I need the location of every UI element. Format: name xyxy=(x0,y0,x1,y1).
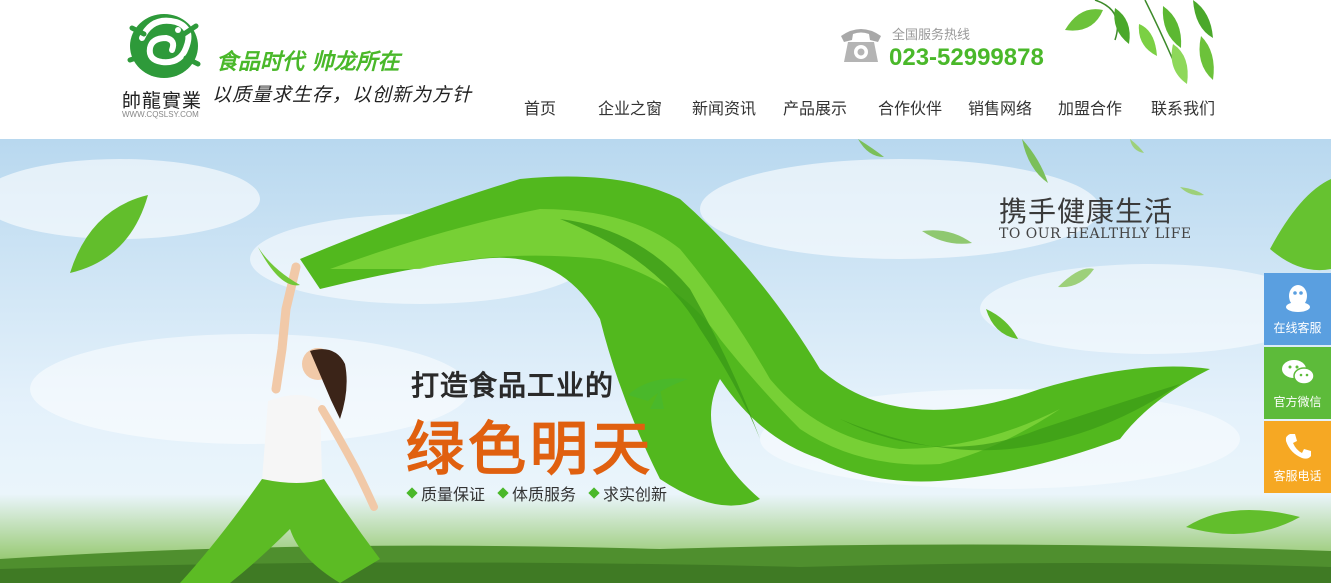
side-item-label: 客服电话 xyxy=(1273,468,1322,483)
hotline-label: 全国服务热线 xyxy=(892,28,971,43)
nav-item-sales-network[interactable]: 销售网络 xyxy=(953,96,1047,124)
site-header: 帥龍實業 WWW.CQSLSY.COM 食品时代 帅龙所在 以质量求生存，以创新… xyxy=(0,0,1331,139)
feature-label: 体质服务 xyxy=(512,485,577,504)
diamond-bullet-icon xyxy=(406,487,418,499)
leaves-decoration-icon xyxy=(1065,0,1214,84)
slogan-secondary: 以质量求生存，以创新为方针 xyxy=(212,84,473,106)
banner-headline-big: 绿色明天 xyxy=(406,415,655,483)
banner-headline: 打造食品工业的 xyxy=(411,369,615,402)
nav-item-products[interactable]: 产品展示 xyxy=(763,96,867,124)
side-item-label: 官方微信 xyxy=(1273,394,1322,409)
feature-item: 求实创新 xyxy=(588,481,668,505)
logo-url: WWW.CQSLSY.COM xyxy=(122,110,199,119)
side-item-label: 在线客服 xyxy=(1273,320,1322,335)
logo-text: 帥龍實業 xyxy=(122,90,203,112)
feature-item: 体质服务 xyxy=(497,481,577,505)
service-phone-button[interactable]: 客服电话 xyxy=(1264,421,1331,493)
nav-item-home[interactable]: 首页 xyxy=(505,96,575,124)
feature-item: 质量保证 xyxy=(406,481,486,505)
nav-item-contact[interactable]: 联系我们 xyxy=(1133,96,1233,124)
nav-item-news[interactable]: 新闻资讯 xyxy=(685,96,763,124)
diamond-bullet-icon xyxy=(497,487,509,499)
official-wechat-button[interactable]: 官方微信 xyxy=(1264,347,1331,419)
feature-label: 求实创新 xyxy=(603,485,668,504)
tagline-english: TO OUR HEALTHLY LIFE xyxy=(999,226,1192,242)
feature-list: 质量保证 体质服务 求实创新 xyxy=(406,481,681,505)
qq-icon xyxy=(1285,284,1310,312)
phone-icon xyxy=(1285,433,1311,459)
nav-item-company[interactable]: 企业之窗 xyxy=(575,96,685,124)
floating-service-bar: 在线客服 官方微信 客服电话 xyxy=(1264,273,1331,495)
wechat-icon xyxy=(1281,359,1315,385)
nav-item-partners[interactable]: 合作伙伴 xyxy=(867,96,953,124)
telephone-icon xyxy=(841,29,881,62)
feature-label: 质量保证 xyxy=(421,485,486,504)
diamond-bullet-icon xyxy=(588,487,600,499)
main-nav: 首页 企业之窗 新闻资讯 产品展示 合作伙伴 销售网络 加盟合作 联系我们 xyxy=(505,96,1233,124)
hero-banner[interactable]: 携手健康生活 TO OUR HEALTHLY LIFE 打造食品工业的 绿色明天… xyxy=(0,139,1331,583)
dragon-logo-icon[interactable] xyxy=(122,8,206,84)
online-service-button[interactable]: 在线客服 xyxy=(1264,273,1331,345)
nav-item-franchise[interactable]: 加盟合作 xyxy=(1047,96,1133,124)
slogan-primary: 食品时代 帅龙所在 xyxy=(216,50,400,75)
tagline-chinese: 携手健康生活 xyxy=(999,195,1174,228)
hotline-number: 023-52999878 xyxy=(889,44,1044,71)
